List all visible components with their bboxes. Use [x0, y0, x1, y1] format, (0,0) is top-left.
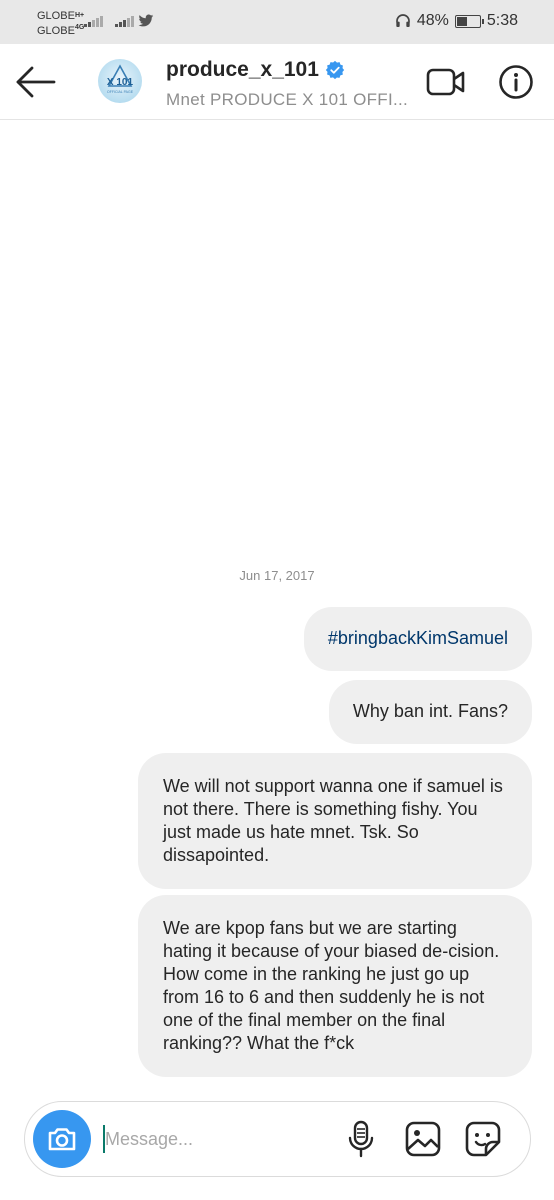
- username[interactable]: produce_x_101: [166, 58, 345, 82]
- twitter-icon: [138, 14, 154, 27]
- chat-header: X 101 OFFICIAL PAGE produce_x_101 Mnet P…: [0, 44, 554, 120]
- video-call-icon[interactable]: [426, 66, 466, 98]
- message-bubble[interactable]: We are kpop fans but we are starting hat…: [138, 895, 532, 1077]
- camera-button[interactable]: [33, 1110, 91, 1168]
- message-bubble-hashtag[interactable]: #bringbackKimSamuel: [303, 607, 532, 671]
- status-right: 48% 5:38: [395, 12, 518, 30]
- network-type-2: 4G: [75, 24, 85, 31]
- status-bar: GLOBE GLOBE H+ 4G 48% 5:38: [0, 0, 554, 44]
- message-input[interactable]: [105, 1124, 325, 1154]
- verified-badge-icon: [325, 60, 345, 80]
- info-icon[interactable]: [498, 64, 534, 100]
- clock: 5:38: [486, 12, 518, 29]
- signal-icon: [84, 16, 103, 27]
- gallery-icon[interactable]: [405, 1121, 441, 1157]
- network-type-1: H+: [75, 12, 85, 19]
- carrier-1: GLOBE: [37, 10, 75, 22]
- avatar-logo-text: X 101: [107, 77, 134, 88]
- avatar[interactable]: X 101 OFFICIAL PAGE: [98, 59, 142, 103]
- microphone-icon[interactable]: [345, 1120, 377, 1158]
- sticker-icon[interactable]: [465, 1121, 501, 1157]
- message-composer: [24, 1101, 531, 1177]
- battery-icon: [454, 14, 484, 28]
- camera-icon: [48, 1128, 76, 1151]
- account-full-name: Mnet PRODUCE X 101 OFFI...: [166, 90, 409, 109]
- message-bubble[interactable]: We will not support wanna one if samuel …: [138, 753, 532, 889]
- carrier-2: GLOBE: [37, 25, 75, 37]
- username-text: produce_x_101: [166, 58, 319, 81]
- produce-x-logo-icon: X 101 OFFICIAL PAGE: [107, 64, 134, 94]
- message-bubble[interactable]: Why ban int. Fans?: [328, 680, 532, 744]
- battery-percent: 48%: [416, 12, 449, 29]
- thread-date: Jun 17, 2017: [239, 568, 315, 583]
- headphones-icon: [395, 14, 410, 27]
- back-arrow-icon[interactable]: [14, 62, 58, 102]
- signal-icon: [115, 16, 134, 27]
- avatar-logo-subtext: OFFICIAL PAGE: [107, 90, 134, 94]
